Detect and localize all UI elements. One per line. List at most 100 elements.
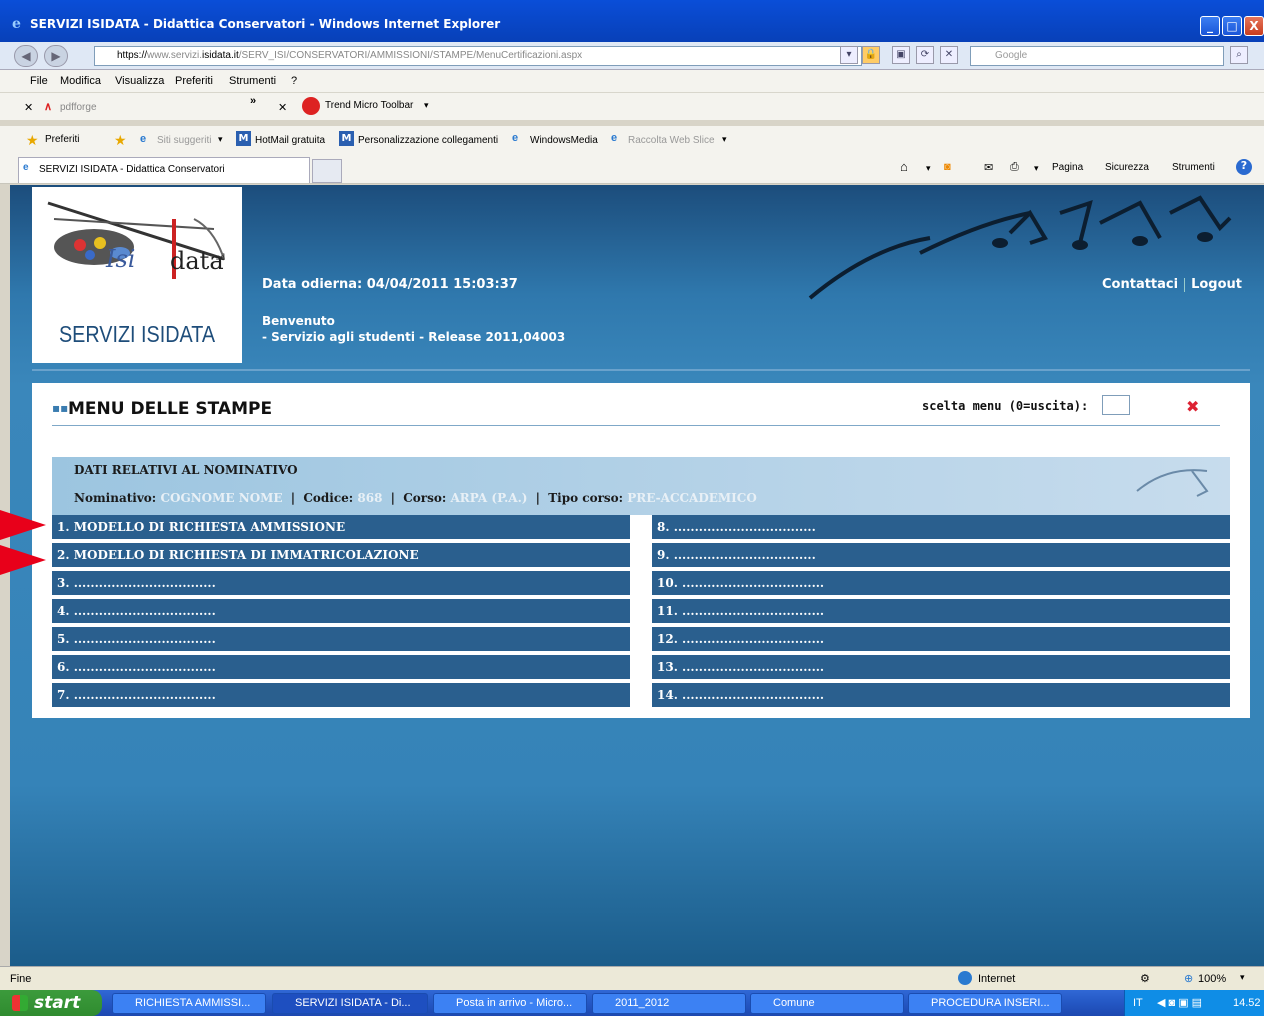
print-icon[interactable]: ⎙ [1010,161,1019,174]
link-divider [1184,277,1186,292]
trend-dropdown-icon[interactable]: ▾ [424,100,429,111]
menu-visualizza[interactable]: Visualizza [115,75,164,87]
menu-item-5[interactable]: 5. .................................. [52,627,630,651]
logo-brand-prefix: Isi [106,245,136,273]
panel-title-text: MENU DELLE STAMPE [68,399,273,419]
start-button[interactable]: start [0,990,102,1016]
search-icon[interactable]: ⌕ [1230,46,1248,64]
new-tab-button[interactable] [312,159,342,183]
close-trend-icon[interactable]: ✕ [278,101,287,114]
language-indicator[interactable]: IT [1133,990,1143,1016]
menu-item-6[interactable]: 6. .................................. [52,655,630,679]
refresh-icon[interactable]: ⟳ [916,46,934,64]
addon-toolbar: ✕ ∧ pdfforge » ✕ Trend Micro Toolbar ▾ [0,92,1264,120]
logo: Isi data sd SERVIZI ISIDATA [32,187,242,363]
toolbar-chevron[interactable]: » [250,95,256,107]
compatibility-icon[interactable]: ▣ [892,46,910,64]
tab-servizi-isidata[interactable]: e SERVIZI ISIDATA - Didattica Conservato… [18,157,310,183]
task-comune[interactable]: Comune [750,993,904,1014]
fav-dropdown-icon[interactable]: ▾ [218,134,223,145]
maximize-button[interactable]: □ [1222,16,1242,36]
ie-suggest-icon: e [140,133,147,145]
print-menu-panel: ▪▪MENU DELLE STAMPE scelta menu (0=uscit… [32,383,1250,718]
zoom-dropdown-icon[interactable]: ▾ [1240,972,1245,983]
url-field[interactable]: https://www.servizi.isidata.it/SERV_ISI/… [94,46,862,66]
menu-item-11[interactable]: 11. .................................. [652,599,1230,623]
logout-link[interactable]: Logout [1191,277,1242,292]
status-text: Fine [10,973,32,985]
logo-sd: sd [216,253,226,262]
tray-icons[interactable]: ◀ ◙ ▣ ▤ [1157,990,1202,1016]
corso-label: Corso: [403,491,447,505]
menu-item-10[interactable]: 10. .................................. [652,571,1230,595]
task-servizi-isidata[interactable]: SERVIZI ISIDATA - Di... [272,993,428,1014]
url-prefix: https:// [117,50,148,61]
lock-icon[interactable]: 🔒 [862,46,880,64]
menu-item-1[interactable]: 1. MODELLO DI RICHIESTA AMMISSIONE [52,515,630,539]
menu-file[interactable]: File [30,75,48,87]
zoom-icon: ⊕ [1184,973,1194,985]
mail-icon[interactable]: ✉ [984,161,993,174]
fav-personalizzazione[interactable]: Personalizzazione collegamenti [358,135,498,146]
print-dropdown-icon[interactable]: ▾ [1034,163,1039,174]
menu-item-13[interactable]: 13. .................................. [652,655,1230,679]
close-button[interactable]: X [1244,16,1264,36]
menu-item-12[interactable]: 12. .................................. [652,627,1230,651]
minimize-button[interactable]: _ [1200,16,1220,36]
menu-strumenti[interactable]: Strumenti [229,75,276,87]
feeds-icon[interactable]: ◙ [944,161,951,173]
trend-toolbar-label[interactable]: Trend Micro Toolbar [325,100,413,111]
close-toolbar-icon[interactable]: ✕ [24,101,33,114]
stop-icon[interactable]: ✕ [940,46,958,64]
menu-item-2[interactable]: 2. MODELLO DI RICHIESTA DI IMMATRICOLAZI… [52,543,630,567]
fav-windowsmedia[interactable]: WindowsMedia [530,135,598,146]
current-date: Data odierna: 04/04/2011 15:03:37 [262,277,518,292]
cmd-pagina[interactable]: Pagina [1052,162,1083,173]
menu-item-8[interactable]: 8. .................................. [652,515,1230,539]
corso-value: ARPA (P.A.) [450,491,528,505]
search-input[interactable]: Google [970,46,1224,66]
cmd-strumenti[interactable]: Strumenti [1172,162,1215,173]
task-2011-2012[interactable]: 2011_2012 [592,993,746,1014]
status-bar: Fine Internet ⚙ ⊕ 100% ▾ [0,966,1264,990]
scelta-menu-input[interactable] [1102,395,1130,415]
help-icon[interactable]: ? [1236,159,1252,175]
contact-link[interactable]: Contattaci [1102,277,1178,292]
fav-siti-suggeriti[interactable]: Siti suggeriti [157,135,211,146]
dropdown-icon[interactable]: ▾ [840,46,858,64]
nominativo-label: Nominativo: [74,491,157,505]
address-bar: ◀ ▶ https://www.servizi.isidata.it/SERV_… [0,42,1264,70]
menu-item-9[interactable]: 9. .................................. [652,543,1230,567]
cmd-sicurezza[interactable]: Sicurezza [1105,162,1149,173]
zoom-level[interactable]: 100% [1198,973,1226,985]
favorites-button[interactable]: Preferiti [45,134,79,145]
home-icon[interactable]: ⌂ [900,159,908,174]
favorites-bar: ★ Preferiti ★ e Siti suggeriti ▾ M HotMa… [0,126,1264,154]
home-dropdown-icon[interactable]: ▾ [926,163,931,174]
tab-bar: e SERVIZI ISIDATA - Didattica Conservato… [0,154,1264,184]
nominativo-value: COGNOME NOME [160,491,283,505]
fav-raccolta-web-slice[interactable]: Raccolta Web Slice [628,135,715,146]
task-posta-in-arrivo[interactable]: Posta in arrivo - Micro... [433,993,587,1014]
fav-hotmail[interactable]: HotMail gratuita [255,135,325,146]
window-titlebar: e SERVIZI ISIDATA - Didattica Conservato… [0,0,1264,42]
task-procedura[interactable]: PROCEDURA INSERI... [908,993,1062,1014]
menu-help[interactable]: ? [291,75,297,87]
task-richiesta-ammissione[interactable]: RICHIESTA AMMISSI... [112,993,266,1014]
menu-item-14[interactable]: 14. .................................. [652,683,1230,707]
add-favorite-icon[interactable]: ★ [114,132,127,149]
menu-modifica[interactable]: Modifica [60,75,101,87]
pipe-2: | [390,491,396,505]
menu-preferiti[interactable]: Preferiti [175,75,213,87]
webslice-dropdown-icon[interactable]: ▾ [722,134,727,145]
protected-mode-icon[interactable]: ⚙ [1140,972,1150,985]
pdfforge-label[interactable]: pdfforge [60,102,97,113]
back-button[interactable]: ◀ [14,45,38,67]
forward-button[interactable]: ▶ [44,45,68,67]
menu-item-3[interactable]: 3. .................................. [52,571,630,595]
close-x-icon[interactable]: ✖ [1186,397,1199,416]
codice-value: 868 [357,491,383,505]
window-title: SERVIZI ISIDATA - Didattica Conservatori… [30,17,501,31]
menu-item-4[interactable]: 4. .................................. [52,599,630,623]
menu-item-7[interactable]: 7. .................................. [52,683,630,707]
